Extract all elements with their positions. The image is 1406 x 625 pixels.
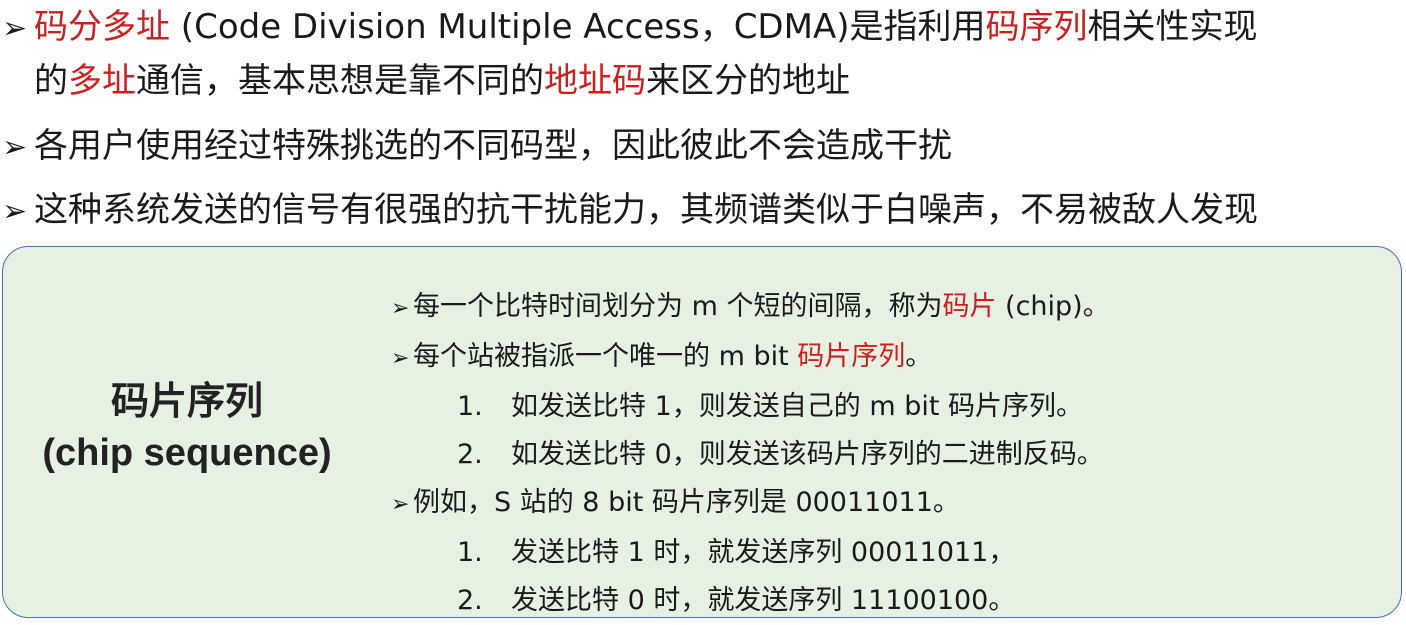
- term-code-sequence: 码序列: [985, 7, 1088, 47]
- bullet-text: 的: [34, 61, 68, 101]
- item-text: 如发送比特 0，则发送该码片序列的二进制反码。: [511, 439, 1104, 470]
- bullet-arrow-icon: ➢: [2, 11, 28, 46]
- item-number: 1.: [457, 537, 483, 568]
- numbered-item: 2. 如发送比特 0，则发送该码片序列的二进制反码。: [391, 431, 1391, 479]
- bullet-arrow-icon: ➢: [2, 130, 28, 165]
- bullet-text: 各用户使用经过特殊挑选的不同码型，因此彼此不会造成干扰: [34, 126, 952, 166]
- item-text: (chip)。: [996, 291, 1110, 322]
- box-item-list: ➢ 每一个比特时间划分为 m 个短的间隔，称为码片 (chip)。 ➢ 每个站被指派…: [391, 283, 1391, 625]
- numbered-item: 1. 发送比特 1 时，就发送序列 00011011，: [391, 529, 1391, 577]
- list-item: ➢ 每一个比特时间划分为 m 个短的间隔，称为码片 (chip)。: [391, 283, 1391, 333]
- list-item: ➢ 例如，S 站的 8 bit 码片序列是 00011011。: [391, 479, 1391, 529]
- term-chip: 码片: [942, 291, 997, 322]
- item-number: 2.: [457, 585, 483, 616]
- bullet-arrow-icon: ➢: [391, 346, 410, 371]
- item-text: 。: [905, 341, 933, 372]
- box-title-english: (chip sequence): [42, 432, 332, 474]
- bullet-text: 这种系统发送的信号有很强的抗干扰能力，其频谱类似于白噪声，不易被敌人发现: [34, 190, 1258, 230]
- item-text: 发送比特 1 时，就发送序列 00011011，: [511, 537, 1016, 568]
- bullet-cdma-definition: ➢ 码分多址 (Code Division Multiple Access，CDM…: [0, 0, 1257, 56]
- item-text: 如发送比特 1，则发送自己的 m bit 码片序列。: [511, 391, 1084, 422]
- chip-sequence-box: 码片序列 (chip sequence) ➢ 每一个比特时间划分为 m 个短的间隔…: [2, 246, 1402, 618]
- bullet-cdma-definition-line2: 的多址通信，基本思想是靠不同的地址码来区分的地址: [34, 54, 850, 108]
- bullet-user-codes: ➢ 各用户使用经过特殊挑选的不同码型，因此彼此不会造成干扰: [0, 119, 952, 175]
- numbered-item: 1. 如发送比特 1，则发送自己的 m bit 码片序列。: [391, 383, 1391, 431]
- box-title: 码片序列 (chip sequence): [3, 375, 371, 479]
- bullet-text: 来区分的地址: [646, 61, 850, 101]
- bullet-text: 相关性实现: [1087, 7, 1258, 47]
- numbered-item: 2. 发送比特 0 时，就发送序列 11100100。: [391, 577, 1391, 625]
- item-text: 每个站被指派一个唯一的 m bit: [413, 341, 798, 372]
- item-text: 每一个比特时间划分为 m 个短的间隔，称为: [413, 291, 943, 322]
- bullet-arrow-icon: ➢: [391, 296, 410, 321]
- item-number: 2.: [457, 439, 483, 470]
- item-number: 1.: [457, 391, 483, 422]
- bullet-text: (Code Division Multiple Access，CDMA)是指利用: [170, 7, 986, 47]
- box-title-chinese: 码片序列: [110, 379, 263, 423]
- bullet-text: 通信，基本思想是靠不同的: [136, 61, 544, 101]
- term-address-code: 地址码: [544, 61, 646, 101]
- bullet-arrow-icon: ➢: [2, 194, 28, 229]
- list-item: ➢ 每个站被指派一个唯一的 m bit 码片序列。: [391, 333, 1391, 383]
- term-cdma: 码分多址: [34, 7, 170, 47]
- item-text: 例如，S 站的 8 bit 码片序列是 00011011。: [413, 487, 960, 518]
- term-chip-sequence: 码片序列: [797, 341, 906, 372]
- item-text: 发送比特 0 时，就发送序列 11100100。: [511, 585, 1016, 616]
- bullet-arrow-icon: ➢: [391, 492, 410, 517]
- term-multiple-access: 多址: [68, 61, 136, 101]
- bullet-anti-interference: ➢ 这种系统发送的信号有很强的抗干扰能力，其频谱类似于白噪声，不易被敌人发现: [0, 183, 1258, 239]
